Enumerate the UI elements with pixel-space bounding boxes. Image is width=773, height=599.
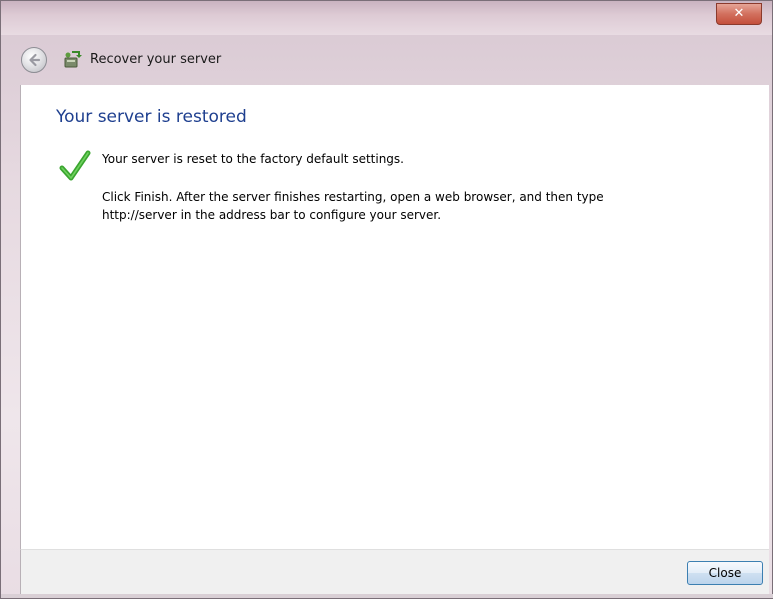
status-message: Your server is reset to the factory defa… xyxy=(102,152,404,166)
footer-bar: Close xyxy=(20,549,769,596)
instructions-line-1: Click Finish. After the server finishes … xyxy=(102,190,604,204)
instructions-text: Click Finish. After the server finishes … xyxy=(102,188,702,224)
window-close-button[interactable]: ✕ xyxy=(716,3,762,25)
close-button[interactable]: Close xyxy=(687,561,763,585)
content-pane: Your server is restored Your server is r… xyxy=(20,85,769,549)
back-button[interactable] xyxy=(21,47,47,73)
navigation-bar: Recover your server xyxy=(1,35,772,85)
window-bottom-edge xyxy=(1,594,773,598)
window-title: Recover your server xyxy=(90,52,222,67)
page-heading: Your server is restored xyxy=(56,107,247,127)
checkmark-icon xyxy=(59,149,91,183)
back-arrow-icon xyxy=(29,53,41,67)
title-bar[interactable]: ✕ xyxy=(1,1,772,35)
instructions-line-2: http://server in the address bar to conf… xyxy=(102,208,442,222)
recover-server-window: ✕ Recover your server Your server is res… xyxy=(0,0,773,599)
server-recovery-icon xyxy=(63,51,83,69)
